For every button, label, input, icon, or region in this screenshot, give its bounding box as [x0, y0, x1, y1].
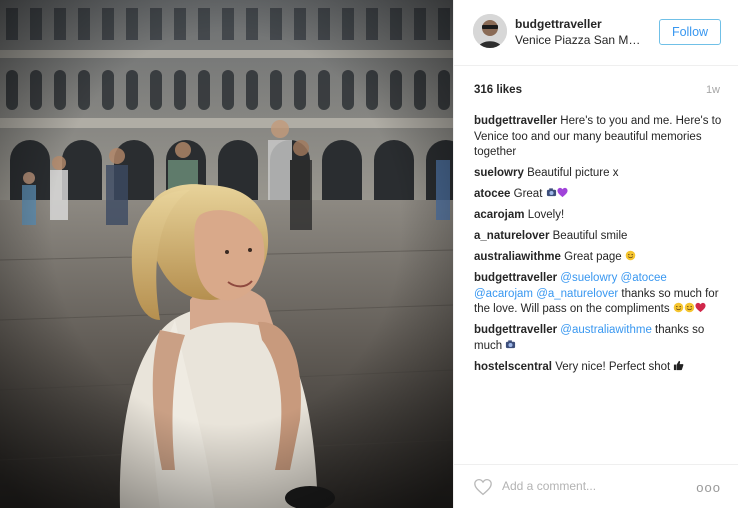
comment-username[interactable]: hostelscentral: [474, 361, 552, 373]
smile-emoji: [684, 302, 695, 315]
comment-username[interactable]: budgettraveller: [474, 324, 557, 336]
comment-username[interactable]: australiawithme: [474, 251, 561, 263]
mention-link[interactable]: @australiawithme: [560, 324, 652, 336]
camera-emoji: [505, 339, 516, 352]
comment-item: atocee Great: [474, 187, 724, 203]
comment-text: Lovely!: [527, 209, 565, 221]
comment-username[interactable]: a_naturelover: [474, 230, 549, 242]
likes-count[interactable]: 316 likes: [474, 84, 522, 96]
instagram-post-window: budgettraveller Venice Piazza San Marco …: [0, 0, 738, 508]
smile-emoji: [673, 302, 684, 315]
purple-heart-emoji: [557, 187, 568, 200]
comment-text: Great: [513, 188, 546, 200]
comment-username[interactable]: suelowry: [474, 167, 524, 179]
comment-text: Beautiful picture x: [527, 167, 619, 179]
comment-item: a_naturelover Beautiful smile: [474, 229, 724, 245]
camera-emoji: [546, 188, 557, 200]
comment-text: Very nice! Perfect shot: [555, 360, 674, 373]
mention-link[interactable]: @a_naturelover: [536, 288, 618, 300]
post-footer: Add a comment... ooo: [454, 464, 738, 508]
comment-item: budgettraveller Here's to you and me. He…: [474, 114, 724, 161]
add-comment-input[interactable]: Add a comment...: [502, 479, 596, 493]
comment-username[interactable]: acarojam: [474, 209, 525, 221]
header-username[interactable]: budgettraveller: [515, 17, 602, 31]
comment-username[interactable]: budgettraveller: [474, 272, 557, 284]
comments-list: budgettraveller Here's to you and me. He…: [474, 114, 724, 381]
post-sidebar: budgettraveller Venice Piazza San Marco …: [453, 0, 738, 508]
follow-button[interactable]: Follow: [659, 19, 721, 45]
post-photo[interactable]: [0, 0, 453, 508]
mention-link[interactable]: @suelowry: [560, 272, 617, 284]
comment-item: budgettraveller @australiawithme thanks …: [474, 323, 724, 354]
mention-link[interactable]: @atocee: [621, 272, 667, 284]
comment-username[interactable]: atocee: [474, 188, 510, 200]
comment-item: acarojam Lovely!: [474, 208, 724, 224]
profile-photo-icon: [473, 14, 507, 48]
comment-text: Beautiful smile: [552, 230, 628, 242]
post-time[interactable]: 1w: [706, 84, 720, 96]
smile-emoji: [625, 250, 636, 263]
hearts-emoji: [695, 302, 706, 315]
avatar[interactable]: [473, 14, 507, 48]
comment-item: hostelscentral Very nice! Perfect shot: [474, 360, 724, 376]
more-options-button[interactable]: ooo: [696, 480, 721, 495]
comment-item: australiawithme Great page: [474, 250, 724, 266]
comment-username[interactable]: budgettraveller: [474, 115, 557, 127]
post-location[interactable]: Venice Piazza San Marco: [515, 33, 643, 47]
post-header: budgettraveller Venice Piazza San Marco …: [454, 0, 738, 66]
thumbs-up-emoji: [673, 360, 684, 373]
comment-item: budgettraveller @suelowry @atocee @acaro…: [474, 271, 724, 318]
comment-text: Great page: [564, 251, 625, 263]
comment-item: suelowry Beautiful picture x: [474, 166, 724, 182]
mention-link[interactable]: @acarojam: [474, 288, 533, 300]
heart-outline-icon[interactable]: [473, 478, 493, 496]
photo-image: [0, 0, 453, 508]
